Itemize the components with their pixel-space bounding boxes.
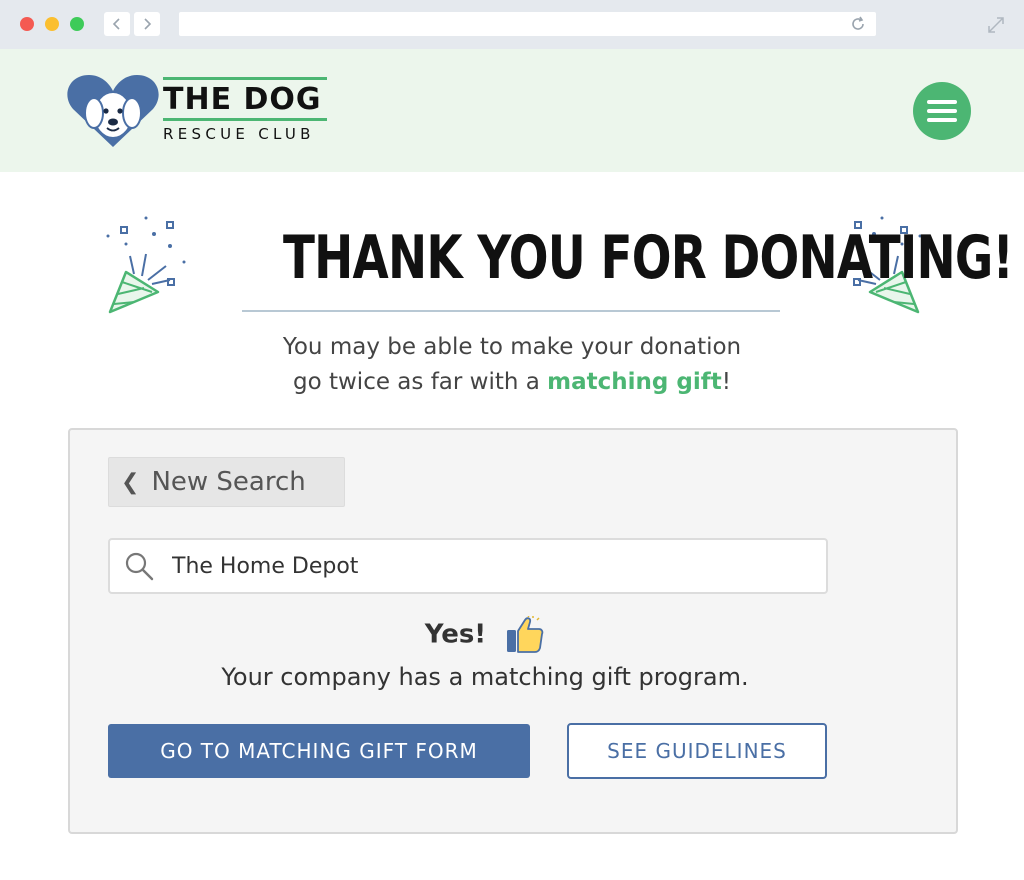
logo-divider-bottom bbox=[163, 118, 327, 121]
logo[interactable]: THE DOG RESCUE CLUB bbox=[67, 73, 337, 148]
yes-label: Yes! bbox=[424, 619, 487, 650]
result-heading: Yes! bbox=[70, 616, 900, 654]
page-title: THANK YOU FOR DONATING! bbox=[180, 222, 1014, 294]
reload-icon[interactable] bbox=[850, 16, 866, 32]
expand-icon[interactable] bbox=[987, 16, 1005, 34]
go-to-matching-gift-form-button[interactable]: GO TO MATCHING GIFT FORM bbox=[108, 724, 530, 778]
hamburger-menu-icon bbox=[927, 100, 957, 104]
company-search-input[interactable] bbox=[172, 550, 812, 582]
menu-button[interactable] bbox=[913, 82, 971, 140]
matching-gift-search-card: ❮ New Search Yes! Your company has a mat… bbox=[68, 428, 958, 834]
dog-heart-logo-icon bbox=[67, 75, 159, 147]
chevron-left-icon: ❮ bbox=[121, 469, 140, 495]
logo-subtitle: RESCUE CLUB bbox=[163, 125, 315, 143]
search-icon bbox=[125, 552, 154, 581]
minimize-window-dot[interactable] bbox=[45, 17, 59, 31]
maximize-window-dot[interactable] bbox=[70, 17, 84, 31]
intro-line-1: You may be able to make your donation bbox=[282, 334, 742, 360]
logo-title: THE DOG bbox=[163, 82, 322, 117]
browser-toolbar bbox=[0, 0, 1024, 49]
matching-gift-intro: You may be able to make your donation go… bbox=[200, 330, 824, 400]
logo-divider-top bbox=[163, 77, 327, 80]
intro-line-2-end: ! bbox=[721, 369, 731, 395]
new-search-button[interactable]: ❮ New Search bbox=[108, 457, 345, 507]
intro-line-2-start: go twice as far with a bbox=[293, 369, 548, 395]
result-message: Your company has a matching gift program… bbox=[221, 663, 749, 691]
close-window-dot[interactable] bbox=[20, 17, 34, 31]
chevron-right-icon bbox=[144, 18, 152, 30]
site-header: THE DOG RESCUE CLUB bbox=[0, 49, 1024, 172]
chevron-left-icon bbox=[112, 18, 120, 30]
address-bar[interactable] bbox=[179, 12, 876, 36]
see-guidelines-button[interactable]: SEE GUIDELINES bbox=[567, 723, 827, 779]
party-popper-icon bbox=[106, 216, 186, 314]
thumbs-up-icon bbox=[507, 616, 544, 653]
back-button[interactable] bbox=[104, 12, 130, 36]
company-search-field[interactable] bbox=[108, 538, 828, 594]
matching-gift-highlight: matching gift bbox=[547, 369, 722, 395]
page-title-text: THANK YOU FOR DONATING! bbox=[282, 223, 1014, 293]
title-divider bbox=[242, 310, 780, 312]
new-search-label: New Search bbox=[151, 467, 306, 497]
forward-button[interactable] bbox=[134, 12, 160, 36]
